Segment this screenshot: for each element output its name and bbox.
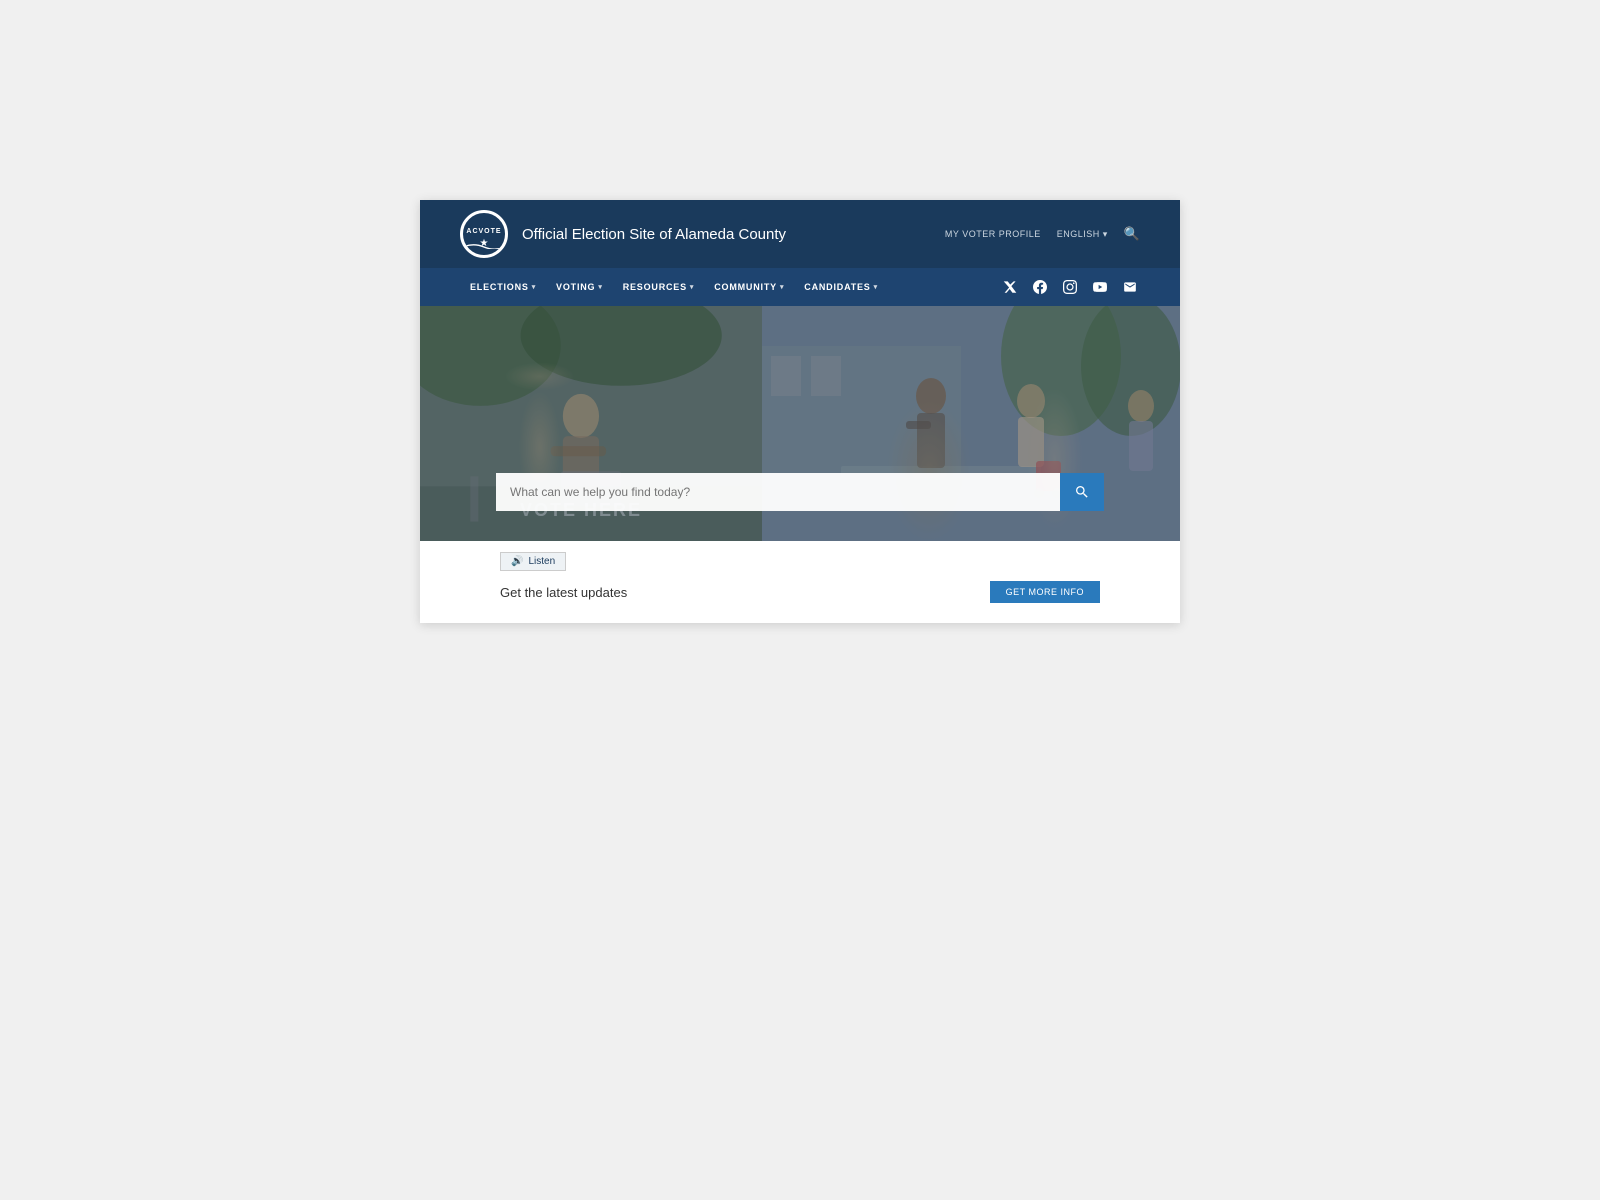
nav-item-elections[interactable]: ELECTIONS ▾ <box>460 268 546 306</box>
logo-area: ACVOTE ★ Official Election Site of Alame… <box>460 210 786 258</box>
nav-links: ELECTIONS ▾ VOTING ▾ RESOURCES ▾ COMMUNI… <box>460 268 888 306</box>
elections-chevron-icon: ▾ <box>532 283 536 291</box>
social-icons <box>1000 277 1140 297</box>
instagram-icon[interactable] <box>1060 277 1080 297</box>
language-chevron-icon: ▾ <box>1103 229 1108 240</box>
updates-text: Get the latest updates <box>500 585 627 600</box>
candidates-chevron-icon: ▾ <box>874 283 878 291</box>
facebook-icon[interactable] <box>1030 277 1050 297</box>
voting-chevron-icon: ▾ <box>598 283 602 291</box>
nav-item-voting[interactable]: VOTING ▾ <box>546 268 613 306</box>
email-icon[interactable] <box>1120 277 1140 297</box>
logo-acvote-text: ACVOTE <box>466 228 501 235</box>
site-title: Official Election Site of Alameda County <box>522 226 786 243</box>
listen-button[interactable]: 🔊 Listen <box>500 552 566 571</box>
logo-icon[interactable]: ACVOTE ★ <box>460 210 508 258</box>
hero-search-button[interactable] <box>1060 473 1104 511</box>
nav-bar: ELECTIONS ▾ VOTING ▾ RESOURCES ▾ COMMUNI… <box>420 268 1180 306</box>
header-right: MY VOTER PROFILE ENGLISH ▾ 🔍 <box>945 226 1140 242</box>
updates-section: Get the latest updates GET MORE INFO <box>500 581 1100 603</box>
youtube-icon[interactable] <box>1090 277 1110 297</box>
get-more-info-button[interactable]: GET MORE INFO <box>990 581 1100 603</box>
hero-search-input[interactable] <box>496 473 1060 511</box>
page-container: ACVOTE ★ Official Election Site of Alame… <box>420 200 1180 623</box>
below-hero: 🔊 Listen Get the latest updates GET MORE… <box>420 541 1180 623</box>
resources-chevron-icon: ▾ <box>690 283 694 291</box>
community-chevron-icon: ▾ <box>780 283 784 291</box>
logo-wave <box>463 239 505 249</box>
search-submit-icon <box>1074 484 1090 500</box>
top-header: ACVOTE ★ Official Election Site of Alame… <box>420 200 1180 268</box>
nav-item-community[interactable]: COMMUNITY ▾ <box>704 268 794 306</box>
nav-item-candidates[interactable]: CANDIDATES ▾ <box>794 268 888 306</box>
hero-section: VOTE HERE <box>420 306 1180 541</box>
language-selector[interactable]: ENGLISH ▾ <box>1057 229 1108 240</box>
hero-search <box>496 473 1104 511</box>
search-icon[interactable]: 🔍 <box>1124 226 1140 242</box>
listen-speaker-icon: 🔊 <box>511 556 523 567</box>
nav-item-resources[interactable]: RESOURCES ▾ <box>613 268 705 306</box>
voter-profile-link[interactable]: MY VOTER PROFILE <box>945 229 1041 239</box>
twitter-icon[interactable] <box>1000 277 1020 297</box>
